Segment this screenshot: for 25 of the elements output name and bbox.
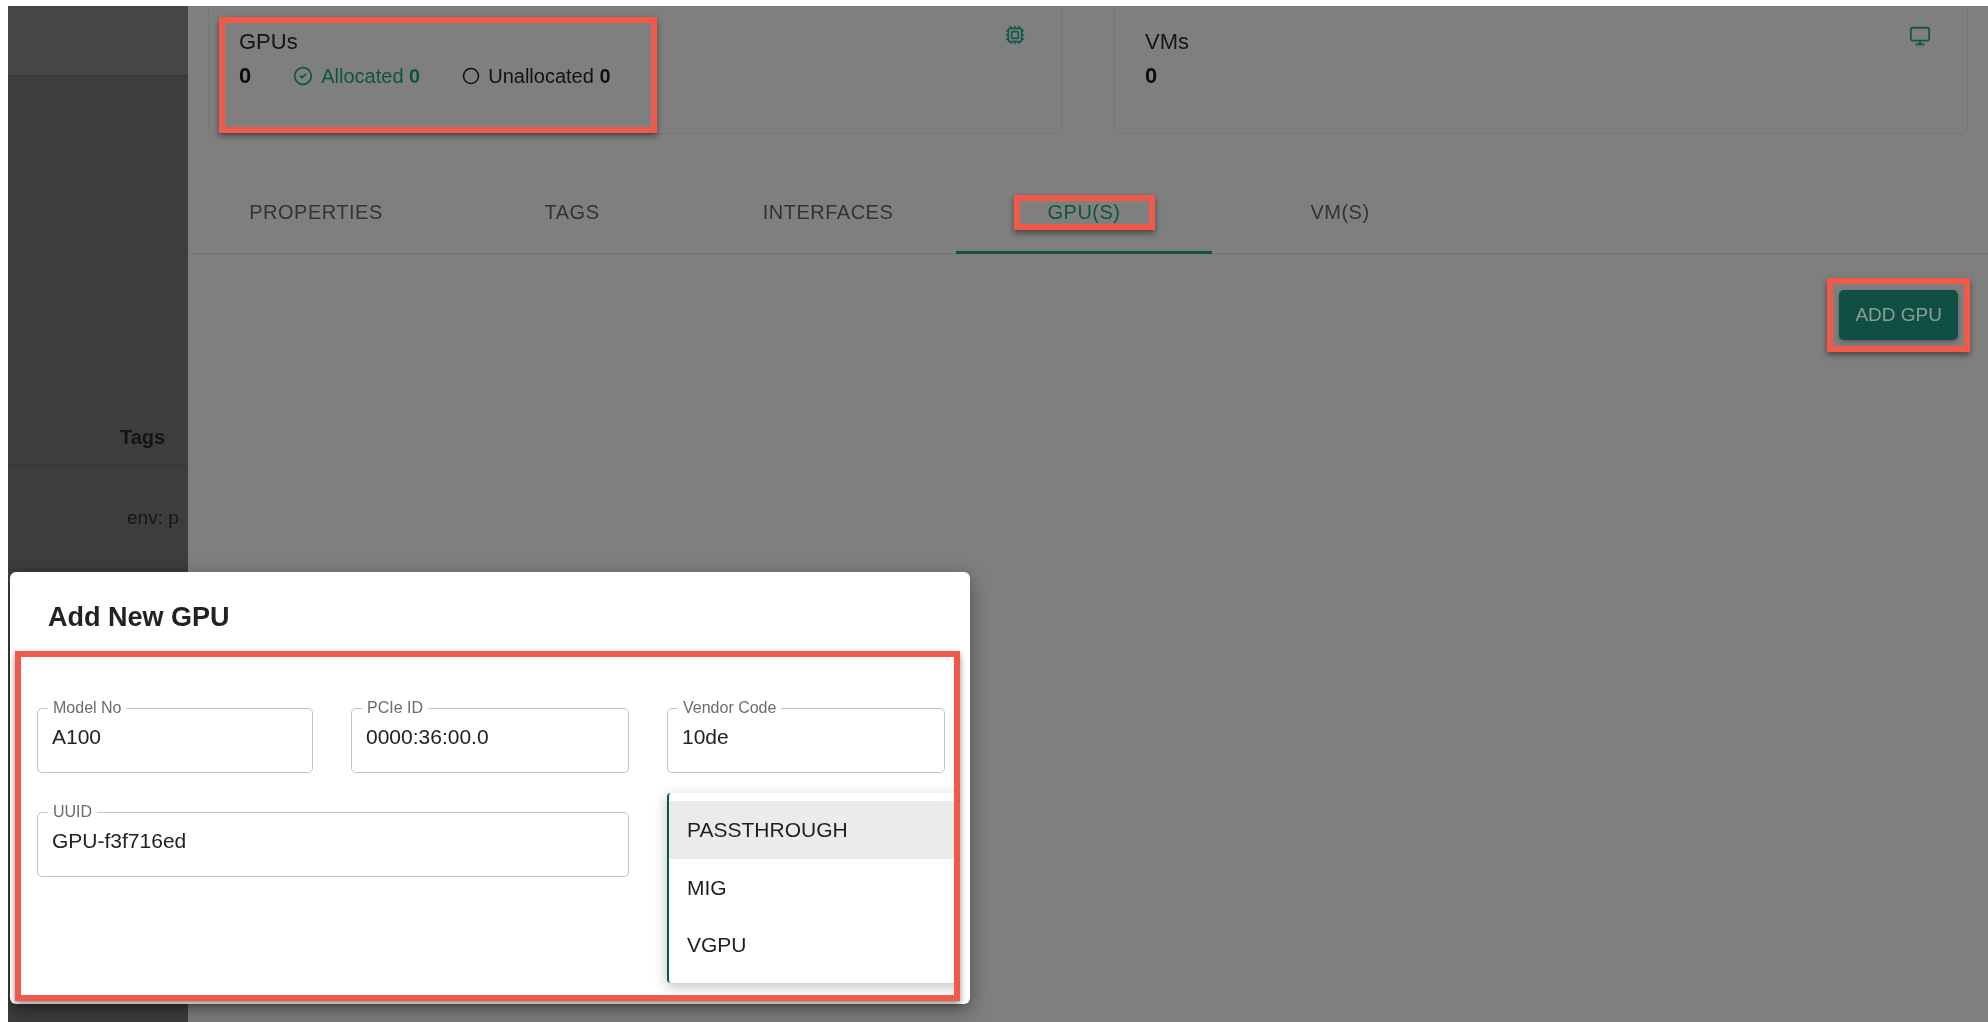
text-field[interactable]: Model No A100: [37, 699, 313, 773]
highlight-frame: GPU(S): [1013, 194, 1155, 230]
card-title: VMs: [1145, 29, 1189, 55]
card-value: 0: [1145, 63, 1158, 89]
text-field[interactable]: Vendor Code 10de: [667, 699, 945, 773]
card-value: 0: [239, 63, 252, 89]
card-title: GPUs: [239, 29, 299, 55]
text-input[interactable]: A100: [52, 717, 298, 759]
chip-icon: [1005, 25, 1025, 47]
field-label: Model No: [52, 699, 123, 717]
check-circle-icon: [293, 66, 314, 86]
monitor-icon: [1909, 25, 1931, 47]
text-input[interactable]: GPU-f3f716ed: [52, 821, 614, 863]
field-label: PCIe ID: [366, 699, 424, 717]
circle-icon: [462, 67, 481, 85]
text-input[interactable]: 0000:36:00.0: [366, 717, 614, 759]
allocated-count: Allocated 0: [321, 64, 421, 88]
text-field[interactable]: UUID GPU-f3f716ed: [37, 803, 629, 877]
field-label: Vendor Code: [682, 699, 778, 717]
field-label: UUID: [52, 803, 94, 821]
unallocated-count: Unallocated 0: [488, 64, 611, 88]
text-field[interactable]: PCIe ID 0000:36:00.0: [351, 699, 629, 773]
menu-item[interactable]: PASSTHROUGH: [669, 801, 954, 859]
text-input[interactable]: 10de: [682, 717, 930, 759]
dialog-title: Add New GPU: [48, 602, 231, 633]
